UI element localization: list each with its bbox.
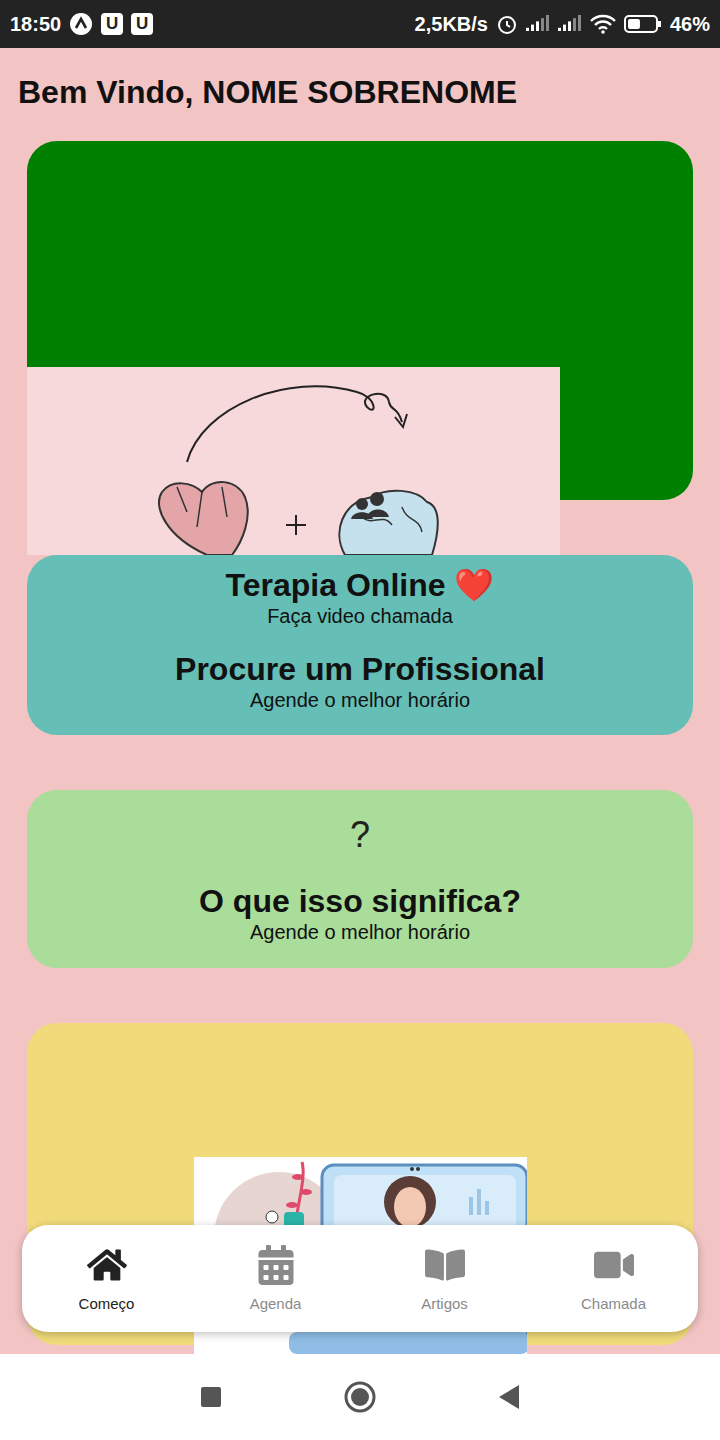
hero-card[interactable] (27, 141, 693, 500)
home-button[interactable] (343, 1380, 377, 1414)
tab-label: Artigos (421, 1295, 468, 1313)
info-subtitle: Agende o melhor horário (250, 920, 470, 944)
app-notification-icon (69, 12, 93, 36)
action-title: Procure um Profissional (175, 650, 545, 688)
info-title: O que isso significa? (199, 882, 521, 920)
status-time: 18:50 (10, 13, 61, 36)
tab-item[interactable]: Agenda (191, 1235, 360, 1323)
action-subtitle: Agende o melhor horário (250, 688, 470, 712)
alarm-icon (496, 13, 518, 35)
action-item[interactable]: Procure um ProfissionalAgende o melhor h… (175, 650, 545, 712)
network-speed: 2,5KB/s (415, 13, 488, 36)
action-title: Terapia Online ❤️ (226, 566, 495, 604)
back-button[interactable] (492, 1380, 526, 1414)
video-icon (594, 1245, 634, 1285)
action-subtitle: Faça video chamada (267, 604, 453, 628)
info-symbol: ? (350, 814, 370, 856)
tab-item[interactable]: Chamada (529, 1235, 698, 1323)
status-bar: 18:50 UU 2,5KB/s 46% (0, 0, 720, 48)
info-card[interactable]: ? O que isso significa?Agende o melhor ho… (27, 790, 693, 968)
bottom-tab-bar: Começo Agenda Artigos Chamada (22, 1225, 698, 1332)
tab-label: Agenda (250, 1295, 302, 1313)
tab-item[interactable]: Começo (22, 1235, 191, 1323)
square-icon (200, 1386, 222, 1408)
recents-button[interactable] (194, 1380, 228, 1414)
notification-badge: U (101, 13, 123, 35)
action-item[interactable]: Terapia Online ❤️Faça video chamada (226, 566, 495, 628)
battery-percent: 46% (670, 13, 710, 36)
system-navigation-bar (0, 1354, 720, 1440)
notification-badge: U (131, 13, 153, 35)
circle-icon (344, 1381, 376, 1413)
tab-item[interactable]: Artigos (360, 1235, 529, 1323)
book-icon (425, 1245, 465, 1285)
tab-label: Começo (79, 1295, 135, 1313)
triangle-icon (497, 1384, 521, 1410)
greeting: Bem Vindo, NOME SOBRENOME (18, 70, 693, 114)
signal-icon (526, 15, 550, 33)
home-icon (87, 1245, 127, 1285)
home-content: Bem Vindo, NOME SOBRENOME Terapia Online … (0, 48, 720, 1354)
tab-label: Chamada (581, 1295, 646, 1313)
heart-brain-illustration (27, 367, 560, 555)
action-card[interactable]: Terapia Online ❤️Faça video chamada Procu… (27, 555, 693, 735)
calendar-icon (256, 1245, 296, 1285)
signal-icon (558, 15, 582, 33)
phone-screen: 18:50 UU 2,5KB/s 46% Bem Vindo, NOME SOBRENO… (0, 0, 720, 1440)
battery-icon (624, 14, 662, 34)
wifi-icon (590, 14, 616, 34)
